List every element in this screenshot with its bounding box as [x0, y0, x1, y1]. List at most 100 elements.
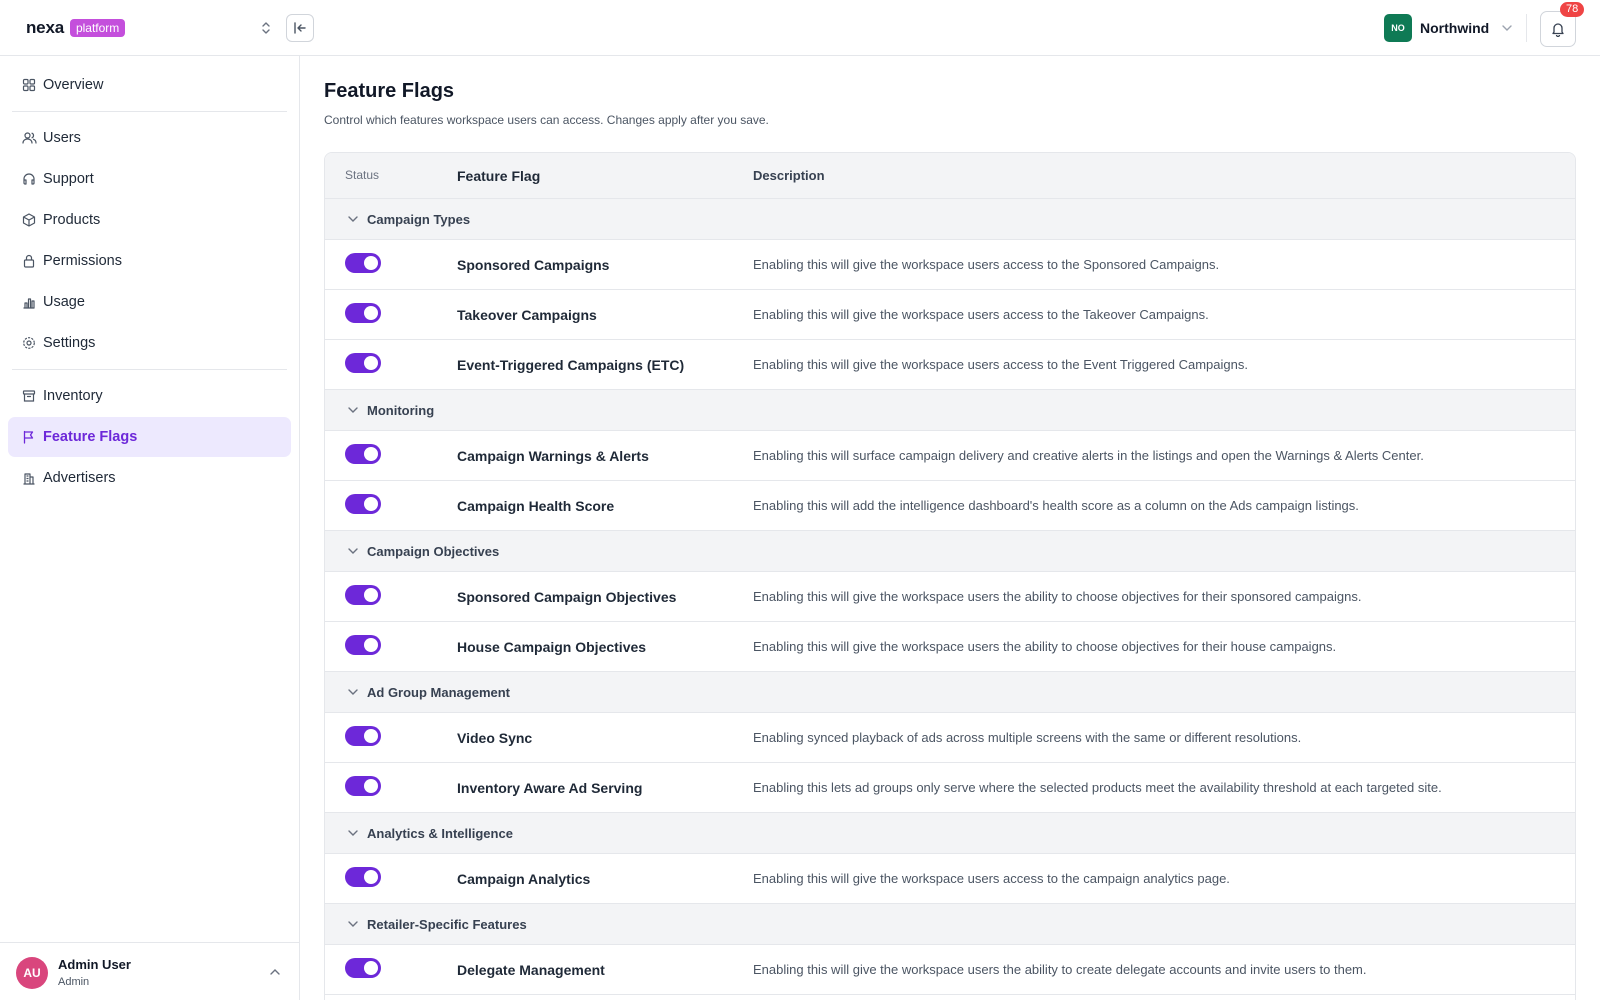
archive-icon	[21, 388, 37, 404]
building-icon	[21, 470, 37, 486]
sidebar-item-usage[interactable]: Usage	[8, 282, 291, 322]
flag-description: Enabling synced playback of ads across m…	[753, 730, 1302, 745]
sidebar-item-label: Usage	[43, 294, 85, 310]
sidebar-item-users[interactable]: Users	[8, 118, 291, 158]
column-header-description: Description	[753, 168, 825, 183]
table-row: Delegate Management Enabling this will gi…	[325, 945, 1575, 995]
sidebar: Overview Users Support Products Permissi…	[0, 56, 300, 1000]
chevron-up-icon[interactable]	[268, 965, 282, 979]
sidebar-item-settings[interactable]: Settings	[8, 323, 291, 363]
gear-icon	[21, 335, 37, 351]
org-avatar: NO	[1384, 14, 1412, 42]
sidebar-item-label: Users	[43, 130, 81, 146]
status-toggle[interactable]	[345, 253, 381, 273]
chevron-down-icon[interactable]	[346, 685, 360, 699]
status-toggle[interactable]	[345, 444, 381, 464]
group-label: Campaign Objectives	[367, 543, 500, 559]
status-toggle[interactable]	[345, 303, 381, 323]
feature-flags-table: Status Feature Flag Description Campaign…	[324, 152, 1576, 1000]
group-header[interactable]: Retailer-Specific Features	[325, 904, 1575, 945]
flag-name: Sponsored Campaigns	[457, 257, 610, 273]
group-label: Analytics & Intelligence	[367, 825, 513, 841]
flag-description: Enabling this will give the workspace us…	[753, 962, 1367, 977]
status-toggle[interactable]	[345, 494, 381, 514]
status-toggle[interactable]	[345, 776, 381, 796]
collapse-sidebar-button[interactable]	[286, 14, 314, 42]
chevron-down-icon[interactable]	[346, 917, 360, 931]
chevron-down-icon[interactable]	[346, 403, 360, 417]
page-subtitle: Control which features workspace users c…	[324, 113, 769, 127]
table-row: Campaign Analytics Enabling this will giv…	[325, 854, 1575, 904]
sidebar-item-advertisers[interactable]: Advertisers	[8, 458, 291, 498]
sidebar-item-inventory[interactable]: Inventory	[8, 376, 291, 416]
users-icon	[21, 130, 37, 146]
box-icon	[21, 212, 37, 228]
notification-count-badge: 78	[1560, 2, 1585, 17]
chevron-down-icon[interactable]	[346, 544, 360, 558]
flag-name: Campaign Health Score	[457, 498, 615, 514]
bell-icon	[1552, 23, 1564, 37]
table-row: Sponsored Campaigns Enabling this will gi…	[325, 240, 1575, 290]
sidebar-item-support[interactable]: Support	[8, 159, 291, 199]
status-toggle[interactable]	[345, 867, 381, 887]
sidebar-item-products[interactable]: Products	[8, 200, 291, 240]
sidebar-item-overview[interactable]: Overview	[8, 65, 291, 105]
flag-description: Enabling this will give the workspace us…	[753, 307, 1209, 322]
sidebar-item-feature-flags[interactable]: Feature Flags	[8, 417, 291, 457]
sidebar-item-label: Overview	[43, 77, 104, 93]
sidebar-item-permissions[interactable]: Permissions	[8, 241, 291, 281]
table-row: Video Sync Enabling synced playback of ad…	[325, 713, 1575, 763]
sidebar-item-label: Products	[43, 212, 101, 228]
sidebar-item-label: Advertisers	[43, 470, 116, 486]
status-toggle[interactable]	[345, 353, 381, 373]
grid-icon	[21, 77, 37, 93]
chevron-down-icon[interactable]	[346, 826, 360, 840]
sidebar-item-label: Permissions	[43, 253, 122, 269]
user-name: Admin User	[58, 957, 131, 972]
sidebar-item-label: Support	[43, 171, 94, 187]
group-header[interactable]: Campaign Objectives	[325, 531, 1575, 572]
status-toggle[interactable]	[345, 585, 381, 605]
table-row: Campaign Warnings & Alerts Enabling this …	[325, 431, 1575, 481]
table-row: House Campaign Objectives Enabling this w…	[325, 622, 1575, 672]
flag-name: Video Sync	[457, 730, 533, 746]
sidebar-item-label: Inventory	[43, 388, 103, 404]
page-title: Feature Flags	[324, 80, 455, 102]
flag-name: Sponsored Campaign Objectives	[457, 589, 677, 605]
flag-name: Takeover Campaigns	[457, 307, 597, 323]
top-bar: nexa platform NO Northwind 78	[0, 0, 1600, 56]
chevron-down-icon	[1502, 25, 1512, 31]
headset-icon	[21, 171, 37, 187]
table-row: Event-Triggered Campaigns (ETC) Enabling …	[325, 340, 1575, 390]
divider	[1526, 14, 1527, 42]
status-toggle[interactable]	[345, 726, 381, 746]
group-header[interactable]: Analytics & Intelligence	[325, 813, 1575, 854]
workspace-switcher-icon[interactable]	[258, 18, 274, 38]
flag-name: Campaign Analytics	[457, 871, 591, 887]
group-header[interactable]: Monitoring	[325, 390, 1575, 431]
table-header: Status Feature Flag Description	[325, 153, 1575, 199]
brand-badge: platform	[69, 19, 126, 37]
flag-name: Event-Triggered Campaigns (ETC)	[457, 357, 685, 373]
table-row: Inventory Aware Ad Serving Enabling this …	[325, 763, 1575, 813]
flag-name: Inventory Aware Ad Serving	[457, 780, 643, 796]
org-name: Northwind	[1420, 20, 1490, 36]
status-toggle[interactable]	[345, 958, 381, 978]
status-toggle[interactable]	[345, 635, 381, 655]
flag-description: Enabling this will add the intelligence …	[753, 498, 1359, 513]
group-label: Campaign Types	[367, 211, 471, 227]
flag-description: Enabling this lets ad groups only serve …	[753, 780, 1442, 795]
flag-name: Campaign Warnings & Alerts	[457, 448, 649, 464]
brand-name: nexa	[26, 18, 64, 37]
org-switcher[interactable]: NO Northwind	[1384, 14, 1513, 42]
user-menu[interactable]: AU Admin User Admin	[0, 942, 299, 1000]
brand-logo[interactable]: nexa platform	[26, 18, 126, 38]
column-header-feature-flag: Feature Flag	[457, 168, 541, 184]
chevron-down-icon[interactable]	[346, 212, 360, 226]
group-header[interactable]: Ad Group Management	[325, 672, 1575, 713]
flag-name: Delegate Management	[457, 962, 605, 978]
column-header-status: Status	[345, 168, 380, 182]
group-label: Monitoring	[367, 402, 435, 418]
flag-name: House Campaign Objectives	[457, 639, 647, 655]
group-header[interactable]: Campaign Types	[325, 199, 1575, 240]
